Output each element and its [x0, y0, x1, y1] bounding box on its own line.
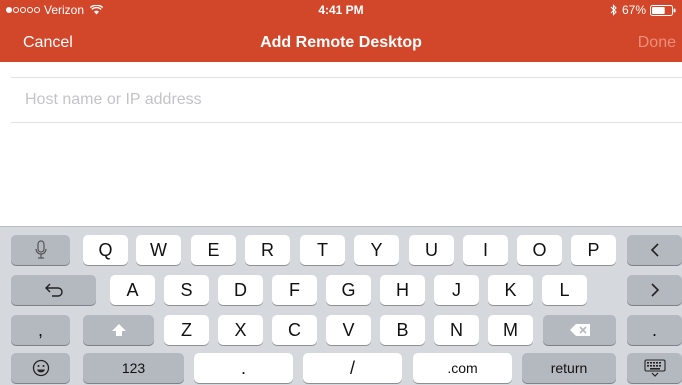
microphone-icon: [34, 240, 47, 259]
key-z[interactable]: Z: [164, 315, 209, 345]
bluetooth-icon: [610, 4, 617, 16]
delete-icon: [569, 324, 590, 336]
key-x[interactable]: X: [218, 315, 263, 345]
backspace-icon: [650, 243, 659, 257]
key-j[interactable]: J: [434, 275, 479, 305]
key-a[interactable]: A: [110, 275, 155, 305]
undo-key[interactable]: [11, 275, 96, 305]
key-d[interactable]: D: [218, 275, 263, 305]
key-m[interactable]: M: [488, 315, 533, 345]
key-q[interactable]: Q: [83, 235, 128, 265]
comma-key[interactable]: ,: [11, 315, 70, 345]
forward-icon: [650, 283, 659, 297]
host-input[interactable]: [25, 80, 665, 120]
key-p[interactable]: P: [571, 235, 616, 265]
slash-key[interactable]: /: [303, 353, 402, 383]
return-key[interactable]: return: [522, 353, 616, 383]
key-i[interactable]: I: [463, 235, 508, 265]
field-separator-bottom: [11, 122, 682, 123]
undo-icon: [44, 283, 63, 297]
key-s[interactable]: S: [164, 275, 209, 305]
shift-icon: [111, 324, 126, 336]
key-y[interactable]: Y: [354, 235, 399, 265]
key-w[interactable]: W: [136, 235, 181, 265]
key-l[interactable]: L: [542, 275, 587, 305]
hide-keyboard-icon: [643, 359, 666, 377]
period-key[interactable]: .: [194, 353, 293, 383]
forward-key[interactable]: [627, 275, 682, 305]
shift-key[interactable]: [83, 315, 154, 345]
top-bar: Verizon 4:41 PM 67% Cancel Add Remote De…: [0, 0, 682, 62]
key-n[interactable]: N: [434, 315, 479, 345]
key-b[interactable]: B: [380, 315, 425, 345]
key-c[interactable]: C: [272, 315, 317, 345]
battery-icon: [650, 4, 676, 16]
dotcom-key[interactable]: .com: [413, 353, 512, 383]
key-v[interactable]: V: [326, 315, 371, 345]
done-button[interactable]: Done: [638, 34, 676, 52]
key-r[interactable]: R: [245, 235, 290, 265]
key-t[interactable]: T: [300, 235, 345, 265]
battery-percent: 67%: [621, 3, 646, 17]
status-right: 67%: [610, 3, 676, 17]
key-k[interactable]: K: [488, 275, 533, 305]
backspace-key[interactable]: [627, 235, 682, 265]
emoji-key[interactable]: [11, 353, 70, 383]
dictation-key[interactable]: [11, 235, 70, 265]
key-e[interactable]: E: [191, 235, 236, 265]
period-key-right[interactable]: .: [627, 315, 682, 345]
key-f[interactable]: F: [272, 275, 317, 305]
status-bar: Verizon 4:41 PM 67%: [0, 0, 682, 20]
hide-keyboard-key[interactable]: [627, 353, 682, 383]
keyboard: Q W E R T Y U I O P A S D F G H J K L , …: [0, 226, 682, 385]
numbers-key[interactable]: 123: [83, 353, 184, 383]
key-g[interactable]: G: [326, 275, 371, 305]
status-time: 4:41 PM: [318, 3, 364, 17]
key-o[interactable]: O: [517, 235, 562, 265]
page-title: Add Remote Desktop: [260, 34, 422, 51]
key-h[interactable]: H: [380, 275, 425, 305]
emoji-icon: [32, 359, 49, 377]
key-u[interactable]: U: [409, 235, 454, 265]
delete-key[interactable]: [543, 315, 616, 345]
field-separator-top: [11, 77, 682, 78]
